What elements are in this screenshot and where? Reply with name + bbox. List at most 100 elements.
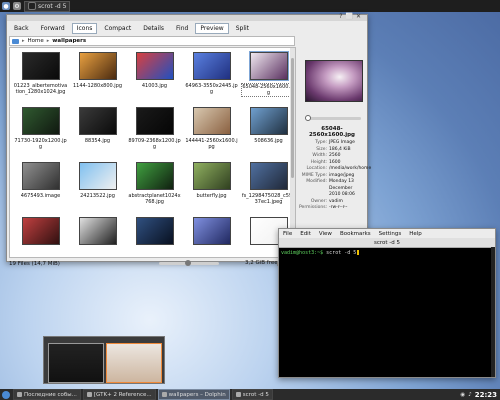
file-name: 89709-2368x1200.jpg	[128, 138, 181, 150]
file-item[interactable]: 64963-3550x2445.jpg	[183, 50, 240, 105]
toolbar-back-button[interactable]: Back	[9, 23, 34, 34]
file-thumbnail[interactable]	[135, 217, 174, 245]
file-name: 144441-2560x1600.jpg	[185, 138, 238, 150]
toolbar-preview-button[interactable]: Preview	[195, 22, 229, 34]
file-item[interactable]: 89709-2368x1200.jpg	[126, 105, 183, 160]
file-thumbnail[interactable]	[192, 162, 231, 190]
file-thumbnail[interactable]	[21, 217, 60, 245]
app-icon	[86, 392, 92, 397]
file-thumbnail[interactable]	[192, 52, 231, 80]
taskbar-task-label: scrot -d 5	[242, 391, 269, 398]
file-item[interactable]: 4675493.image	[12, 160, 69, 215]
breadcrumb-home[interactable]: Home	[28, 38, 44, 44]
terminal-menu-help[interactable]: Help	[409, 231, 422, 237]
file-thumbnail[interactable]	[135, 107, 174, 135]
file-item[interactable]: abstractplanet1024x768.jpg	[126, 160, 183, 215]
terminal-menu-edit[interactable]: Edit	[300, 231, 311, 237]
file-view[interactable]: 01223_albertemotivation_1280x1024.jpg 114…	[9, 47, 296, 258]
zoom-slider-handle[interactable]	[185, 260, 191, 266]
switcher-terminal-thumb[interactable]	[48, 343, 104, 383]
taskbar-task[interactable]: wallpapers – Dolphin	[157, 389, 230, 400]
help-icon[interactable]: ?	[339, 13, 342, 20]
property-value: -rw-r--r--	[329, 205, 348, 210]
file-thumbnail[interactable]	[135, 162, 174, 190]
file-thumbnail[interactable]	[21, 52, 60, 80]
file-item[interactable]	[183, 215, 240, 257]
file-thumbnail[interactable]	[78, 217, 117, 245]
terminal-menu-file[interactable]: File	[283, 231, 292, 237]
terminal-menu-view[interactable]: View	[319, 231, 332, 237]
close-icon[interactable]: ✕	[356, 13, 361, 20]
file-thumbnail[interactable]	[21, 107, 60, 135]
taskbar-task[interactable]: Последние собы...	[13, 389, 81, 400]
file-thumbnail[interactable]	[78, 107, 117, 135]
terminal-menu-bookmarks[interactable]: Bookmarks	[340, 231, 371, 237]
file-thumbnail[interactable]	[78, 52, 117, 80]
file-item[interactable]	[12, 215, 69, 257]
taskbar-task-label: Последние собы...	[24, 391, 77, 398]
information-panel: 65048-2560x1600.jpg Type: JPEG Image Size:…	[299, 36, 371, 258]
file-grid: 01223_albertemotivation_1280x1024.jpg 114…	[10, 48, 295, 257]
terminal-tab[interactable]: scrot -d 5	[279, 238, 495, 248]
top-task-terminal[interactable]: scrot -d 5	[24, 0, 71, 12]
toolbar-compact-button[interactable]: Compact	[99, 23, 136, 34]
file-thumbnail[interactable]	[248, 51, 289, 81]
app-icon	[161, 392, 167, 397]
file-thumbnail[interactable]	[192, 107, 231, 135]
file-thumbnail[interactable]	[249, 162, 288, 190]
preview-filename: 65048-2560x1600.jpg	[308, 126, 355, 138]
kde-menu-icon[interactable]	[2, 390, 10, 399]
settings-icon[interactable]: ⚙	[13, 2, 21, 10]
file-thumbnail[interactable]	[249, 107, 288, 135]
file-item[interactable]	[126, 215, 183, 257]
dolphin-titlebar[interactable]: ? ⬜ ✕	[7, 13, 367, 21]
terminal-menu-settings[interactable]: Settings	[379, 231, 402, 237]
file-thumbnail[interactable]	[78, 162, 117, 190]
taskbar: Последние собы... [GTK+ 2 Reference... wal…	[0, 389, 500, 400]
toolbar-forward-button[interactable]: Forward	[36, 23, 70, 34]
zoom-slider[interactable]	[159, 260, 219, 266]
file-item[interactable]	[69, 215, 126, 257]
clock[interactable]: 22:23	[475, 391, 497, 399]
file-view-scrollbar[interactable]	[290, 48, 295, 257]
file-item[interactable]: 144441-2560x1600.jpg	[183, 105, 240, 160]
dolphin-window: ? ⬜ ✕ Back Forward Icons Compact Details Find…	[6, 13, 371, 267]
disk-free-label: 3,2 GiB free	[245, 260, 278, 266]
taskbar-task[interactable]: scrot -d 5	[231, 389, 273, 400]
network-icon[interactable]: ◉	[460, 392, 465, 398]
file-item[interactable]: fs_1298475028_c59e37ec1.jpeg	[240, 160, 295, 215]
file-item[interactable]: 24213522.jpg	[69, 160, 126, 215]
property-key: Permissions:	[299, 205, 328, 210]
toolbar-split-button[interactable]: Split	[231, 23, 254, 34]
terminal-scrollbar[interactable]	[491, 247, 495, 377]
terminal-output[interactable]: vadim@host3:~$ scrot -d 5	[279, 248, 495, 258]
switcher-dolphin-thumb[interactable]	[106, 343, 162, 383]
file-item[interactable]: 71730-1920x1200.jpg	[12, 105, 69, 160]
file-name: 88354.jpg	[84, 138, 111, 144]
volume-icon[interactable]: ♪	[468, 392, 472, 398]
file-item[interactable]: butterfly.jpg	[183, 160, 240, 215]
file-thumbnail[interactable]	[21, 162, 60, 190]
preview-slider[interactable]	[305, 115, 361, 121]
toolbar-icons-button[interactable]: Icons	[71, 22, 98, 34]
breadcrumb[interactable]: ▸ Home ▸ wallpapers	[9, 36, 295, 46]
file-item[interactable]: 01223_albertemotivation_1280x1024.jpg	[12, 50, 69, 105]
slider-handle[interactable]	[305, 115, 311, 121]
file-item[interactable]: 1144-1280x800.jpg	[69, 50, 126, 105]
toolbar-find-button[interactable]: Find	[171, 23, 193, 34]
taskbar-task[interactable]: [GTK+ 2 Reference...	[82, 389, 156, 400]
top-task-label: scrot -d 5	[38, 2, 67, 10]
file-thumbnail[interactable]	[192, 217, 231, 245]
maximize-icon[interactable]: ⬜	[345, 13, 352, 20]
file-item[interactable]: 41003.jpg	[126, 50, 183, 105]
app-icon	[235, 392, 241, 397]
toolbar-details-button[interactable]: Details	[138, 23, 169, 34]
breadcrumb-wallpapers[interactable]: wallpapers	[52, 38, 86, 44]
terminal-cursor	[357, 250, 360, 255]
app-launcher-icon[interactable]: ●	[2, 2, 10, 10]
file-item[interactable]: 508636.jpg	[240, 105, 295, 160]
file-item[interactable]: 88354.jpg	[69, 105, 126, 160]
scrollbar-thumb[interactable]	[291, 58, 294, 178]
file-item[interactable]: 65048-2560x1600.jpg	[240, 50, 295, 105]
file-thumbnail[interactable]	[135, 52, 174, 80]
